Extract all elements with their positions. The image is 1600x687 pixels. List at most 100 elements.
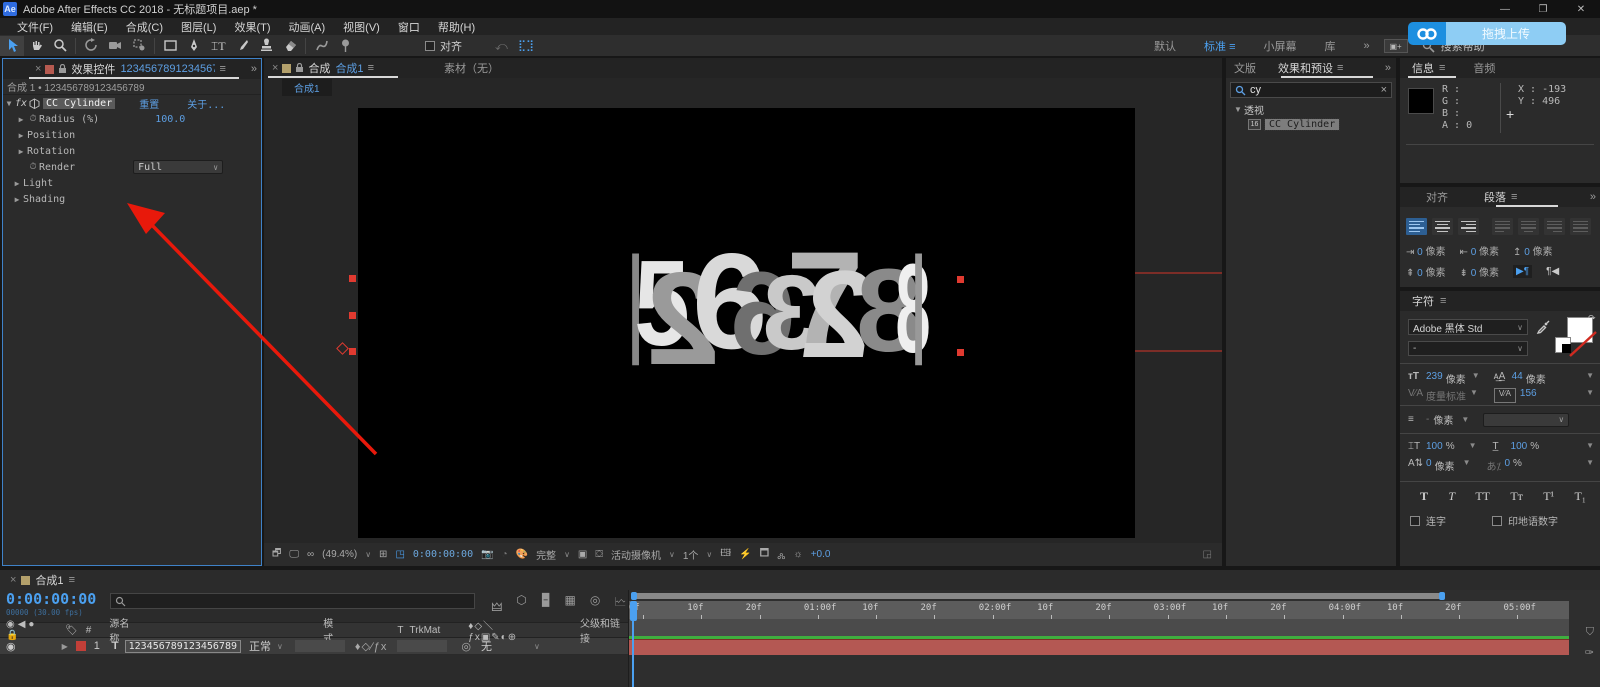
eraser-tool-icon[interactable] (278, 36, 302, 56)
resolution-icon[interactable]: ∞ (307, 549, 314, 560)
zoom-tool-icon[interactable] (48, 36, 72, 56)
roto-brush-tool-icon[interactable] (309, 36, 333, 56)
type-tool-icon[interactable]: ⌶T (206, 36, 230, 56)
ligatures-checkbox[interactable] (1410, 516, 1420, 526)
property-row-render[interactable]: ⏱ Render Full∨ (3, 159, 261, 175)
zoom-level[interactable]: (49.4%) (322, 549, 357, 560)
panel-maximize-icon[interactable]: ◲ (1203, 549, 1212, 560)
tsume-value[interactable]: 0 (1504, 458, 1510, 473)
frame-blending-icon[interactable]: ▦ (565, 593, 576, 618)
menu-item[interactable]: 帮助(H) (429, 19, 484, 35)
current-timecode[interactable]: 0:00:00:00 (6, 590, 96, 608)
selection-tool-icon[interactable] (0, 36, 24, 56)
kerning-value[interactable]: 度量标准 (1426, 388, 1466, 403)
baseline-shift-chevron[interactable]: ▼ (1463, 458, 1471, 473)
views-chevron[interactable]: ∨ (706, 550, 712, 559)
tab-timeline-comp[interactable]: 合成1 (35, 572, 63, 588)
property-value[interactable]: 100.0 (155, 114, 185, 125)
menu-item[interactable]: 窗口 (389, 19, 429, 35)
effects-search-box[interactable]: cy × (1230, 82, 1392, 98)
draft-3d-icon[interactable]: ⬡ (516, 593, 526, 618)
tab-close-icon[interactable]: × (10, 574, 16, 586)
panel-overflow-chevron[interactable]: » (1385, 62, 1391, 74)
tab-effect-controls[interactable]: 效果控件 (71, 61, 115, 77)
font-family-select[interactable]: Adobe 黑体 Std ∨ (1408, 319, 1528, 335)
panel-menu-icon[interactable]: ≡ (1440, 295, 1446, 307)
font-size-value[interactable]: 239 (1426, 371, 1443, 386)
workspace-bar-icon[interactable]: ▣+ (1384, 39, 1408, 53)
layer-mode-select[interactable]: 正常 (249, 638, 271, 654)
horizontal-scale-value[interactable]: 100 (1511, 441, 1528, 452)
panel-menu-icon[interactable]: ≡ (1439, 62, 1445, 74)
workspace-library[interactable]: 库 (1310, 38, 1349, 54)
align-left-button[interactable] (1406, 218, 1427, 235)
menu-item[interactable]: 动画(A) (280, 19, 335, 35)
tab-footage[interactable]: 素材（无） (444, 60, 499, 76)
tab-info[interactable]: 信息 (1412, 60, 1434, 76)
kerning-chevron[interactable]: ▼ (1470, 388, 1478, 403)
panel-overflow-chevron[interactable]: » (1590, 191, 1596, 203)
timeline-jump-icon[interactable]: 🗖 (760, 546, 770, 563)
comp-button-icon[interactable]: ✑ (1585, 646, 1594, 659)
effect-reset-link[interactable]: 重置 (139, 96, 159, 111)
quality-select[interactable]: 完整 (536, 547, 556, 562)
tsume-chevron[interactable]: ▼ (1586, 458, 1594, 473)
effect-name[interactable]: CC Cylinder (43, 98, 115, 109)
justify-last-left-button[interactable] (1492, 218, 1513, 235)
leading-value[interactable]: 44 (1512, 371, 1523, 386)
exposure-value[interactable]: +0.0 (811, 549, 831, 560)
camera-tool-icon[interactable] (103, 36, 127, 56)
minimize-button[interactable]: — (1486, 0, 1524, 18)
always-preview-icon[interactable]: 🗗 (272, 546, 281, 563)
selection-handle[interactable] (957, 276, 964, 283)
panel-menu-icon[interactable]: ≡ (69, 574, 75, 586)
comp-marker-bin-icon[interactable]: ⛉ (1586, 626, 1594, 639)
workspace-small-screen[interactable]: 小屏幕 (1249, 38, 1310, 54)
effect-header-row[interactable]: ▼ fx CC Cylinder 重置 关于... (3, 95, 261, 111)
workspace-more-chevron[interactable]: » (1349, 40, 1383, 52)
menu-item[interactable]: 效果(T) (225, 19, 279, 35)
trkmat-column[interactable]: TrkMat (410, 625, 441, 636)
small-caps-button[interactable]: Tᴛ (1510, 489, 1523, 504)
selection-handle[interactable] (349, 275, 356, 282)
category-row-perspective[interactable]: ▼透视 (1226, 102, 1396, 117)
time-ruler[interactable]: 0f10f20f01:00f10f20f02:00f10f20f03:00f10… (629, 601, 1569, 619)
tab-close-icon[interactable]: × (272, 62, 278, 74)
space-before-field[interactable]: ⇤ 0 像素 (1460, 243, 1500, 258)
menu-item[interactable]: 图层(L) (172, 19, 225, 35)
hindi-digits-checkbox[interactable] (1492, 516, 1502, 526)
camera-chevron[interactable]: ∨ (669, 550, 675, 559)
rotate-tool-icon[interactable] (79, 36, 103, 56)
mask-feather-icon[interactable]: ⤺ (495, 39, 508, 54)
close-button[interactable]: ✕ (1562, 0, 1600, 18)
swap-fill-stroke-icon[interactable]: ↷ (1588, 313, 1596, 324)
panel-menu-icon[interactable]: ≡ (1511, 191, 1517, 203)
panel-menu-icon[interactable]: ≡ (368, 62, 374, 74)
stroke-width-chevron[interactable]: ▼ (1461, 415, 1469, 424)
quality-chevron[interactable]: ∨ (564, 550, 570, 559)
clone-stamp-tool-icon[interactable] (254, 36, 278, 56)
align-right-button[interactable] (1458, 218, 1479, 235)
comp-mini-flowchart-icon[interactable]: 🜲 (491, 593, 502, 618)
region-of-interest-icon[interactable]: ◳ (395, 549, 404, 560)
channels-icon[interactable]: 🎨 (516, 549, 528, 560)
effect-about-link[interactable]: 关于... (187, 96, 225, 111)
tab-audio[interactable]: 音频 (1473, 60, 1495, 76)
first-line-indent-field[interactable]: ⇞ 0 像素 (1406, 264, 1446, 279)
tab-character[interactable]: 字符 (1412, 293, 1434, 309)
show-snapshot-icon[interactable]: ◔ (502, 549, 508, 560)
timeline-navigator-bar[interactable] (633, 593, 1443, 599)
vertical-scale-chevron[interactable]: ▼ (1469, 441, 1477, 452)
justify-last-center-button[interactable] (1518, 218, 1539, 235)
flowchart-icon[interactable]: 🝆 (777, 544, 785, 565)
tab-close-icon[interactable]: × (35, 63, 41, 75)
marquee-icon[interactable]: ⣏⣹ (518, 39, 534, 52)
indent-left-field[interactable]: ⇥ 0 像素 (1406, 243, 1446, 258)
layer-mode-chevron[interactable]: ∨ (277, 642, 283, 651)
justify-last-right-button[interactable] (1544, 218, 1565, 235)
tracking-value[interactable]: 156 (1520, 388, 1537, 403)
faux-bold-button[interactable]: T (1420, 489, 1428, 504)
tab-paragraph[interactable]: 段落 (1484, 189, 1506, 205)
layer-label-chip[interactable] (76, 641, 86, 651)
baseline-shift-value[interactable]: 0 (1426, 458, 1432, 473)
